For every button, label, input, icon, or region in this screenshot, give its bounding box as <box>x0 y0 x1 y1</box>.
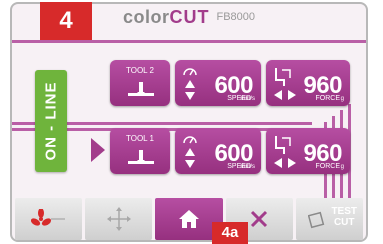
speed-2-label: SPEED <box>227 95 251 102</box>
callout-badge-4a: 4a <box>212 222 248 244</box>
speedometer-icon <box>183 68 197 76</box>
up-down-arrows-icon <box>185 80 195 100</box>
active-tool-arrow-icon <box>91 138 105 162</box>
left-right-arrows-icon <box>274 158 296 168</box>
callout-badge-4: 4 <box>40 2 92 40</box>
tool-1-label: TOOL 1 <box>125 134 154 143</box>
bottom-navigation: TEST CUT <box>12 198 366 240</box>
test-cut-icon <box>308 211 325 229</box>
test-cut-label: TEST CUT <box>331 206 358 228</box>
up-down-arrows-icon <box>185 148 195 168</box>
force-2-label: FORCE <box>315 95 341 102</box>
blade-force-icon <box>275 68 291 86</box>
online-status-button[interactable]: ON - LINE <box>35 70 67 172</box>
move-button[interactable] <box>85 198 153 240</box>
move-arrows-icon <box>106 207 131 231</box>
force-1-label: FORCE <box>315 163 341 170</box>
left-right-arrows-icon <box>274 90 296 100</box>
speed-1-label: SPEED <box>227 163 251 170</box>
model-number: FB8000 <box>216 11 256 23</box>
force-2-button[interactable]: 960 g FORCE <box>266 60 350 106</box>
speed-1-button[interactable]: 600 mm/s SPEED <box>175 128 261 174</box>
home-icon <box>179 210 199 228</box>
cutter-tool-icon <box>128 150 154 164</box>
cutter-tool-icon <box>128 82 154 96</box>
fan-button[interactable] <box>15 198 83 240</box>
speed-2-button[interactable]: 600 mm/s SPEED <box>175 60 261 106</box>
speedometer-icon <box>183 136 197 144</box>
fan-icon <box>30 209 65 226</box>
wrench-screwdriver-icon <box>251 210 268 228</box>
online-label: ON - LINE <box>42 81 60 161</box>
test-cut-button[interactable]: TEST CUT <box>295 198 364 240</box>
tool-1-button[interactable]: TOOL 1 <box>110 128 170 174</box>
force-2-unit: g <box>340 96 344 102</box>
tool-2-label: TOOL 2 <box>125 66 154 75</box>
tool-2-button[interactable]: TOOL 2 <box>110 60 170 106</box>
brand-logo: colorCUT <box>122 6 210 27</box>
force-1-button[interactable]: 960 g FORCE <box>266 128 350 174</box>
blade-force-icon <box>275 136 291 154</box>
connector-line-top <box>12 40 366 43</box>
force-1-unit: g <box>340 164 344 170</box>
